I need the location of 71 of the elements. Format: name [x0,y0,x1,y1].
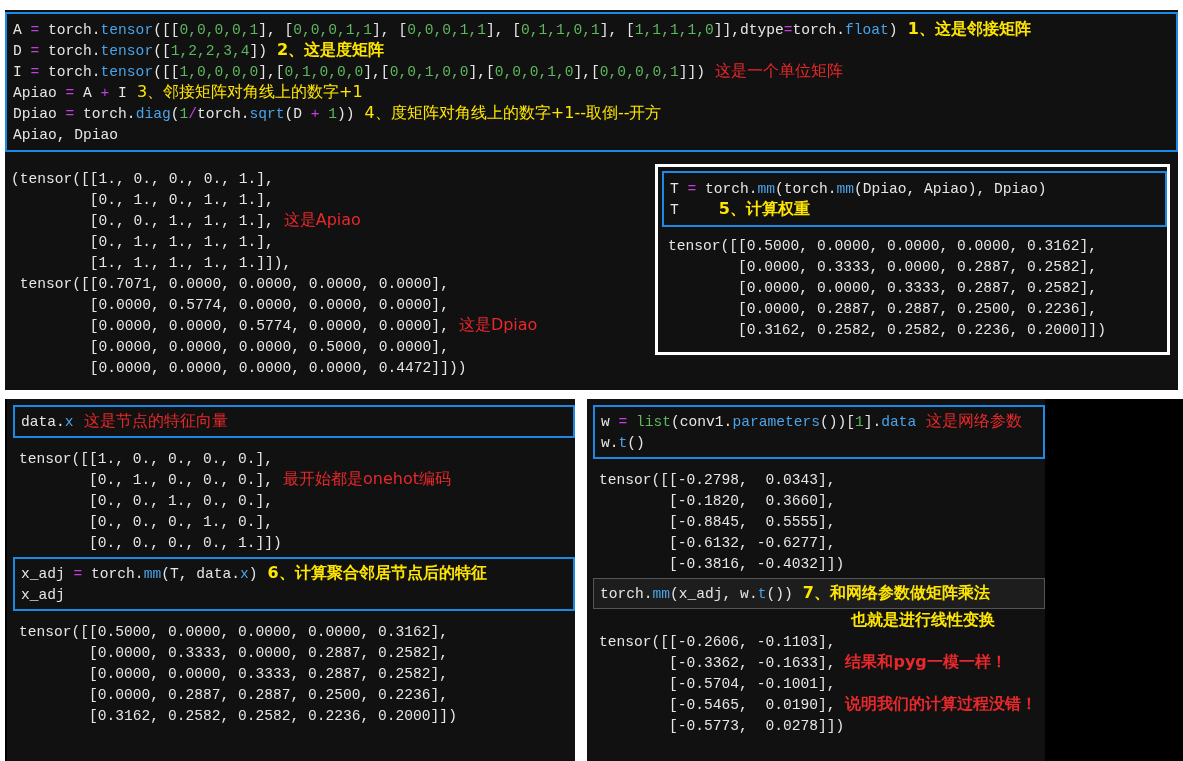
annotation: 这是节点的特征向量 [83,411,228,432]
annotation: 这是Apiao [283,210,361,231]
annotation: 5、计算权重 [718,199,810,220]
output-line: [0., 0., 0., 1., 0.], [88,513,273,530]
output-line: tensor([[0.5000, 0.0000, 0.0000, 0.0000, 0.3162], [668,237,1098,254]
output-line: tensor([[-0.2606, -0.1103], [599,633,836,650]
code-line: T [670,201,679,218]
output-line: [-0.3816, -0.4032]]) [668,555,845,572]
output-line: [-0.1820, 0.3660], [668,492,836,509]
output-line: [1., 1., 1., 1., 1.]]), [88,254,292,271]
output-line: [0.0000, 0.3333, 0.0000, 0.2887, 0.2582], [737,258,1098,275]
annotation: 这是Dpiao [458,315,538,336]
output-line: [-0.5773, 0.0278]]) [668,717,845,734]
code-line: A = torch.tensor([[0,0,0,0,1], [0,0,0,1,1], [0,0,0,1,1], [0,1,1,0,1], [1,1,1,1,0]],dtype=torch.float) [13,21,898,38]
code-line: Apiao, Dpiao [13,126,119,143]
code-line: data.x [21,413,74,430]
code-line: x_adj [21,586,65,603]
output-line: [-0.8845, 0.5555], [668,513,836,530]
annotation: 6、计算聚合邻居节点后的特征 [267,563,487,584]
annotation: 4、度矩阵对角线上的数字+1--取倒--开方 [364,103,662,124]
code-line: Apiao = A + I [13,84,127,101]
code-line: I = torch.tensor([[1,0,0,0,0],[0,1,0,0,0],[0,0,1,0,0],[0,0,0,1,0],[0,0,0,0,1]]) [13,63,705,80]
annotation: 结果和pyg一模一样！ [845,652,1007,673]
annotation: 7、和网络参数做矩阵乘法 [802,583,990,604]
output-line: [0.0000, 0.0000, 0.0000, 0.5000, 0.0000], [88,338,449,355]
output-line: (tensor([[1., 0., 0., 0., 1.], [11,170,274,187]
output-line: [0.0000, 0.0000, 0.3333, 0.2887, 0.2582], [737,279,1098,296]
output-line: [0.3162, 0.2582, 0.2582, 0.2236, 0.2000]]) [88,707,457,724]
annotation: 1、这是邻接矩阵 [907,19,1031,40]
code-line: Dpiao = torch.diag(1/torch.sqrt(D + 1)) [13,105,355,122]
output-line: [-0.5465, 0.0190], [668,696,836,713]
code-cell[interactable]: x_adj = torch.mm(T, data.x) 6、计算聚合邻居节点后的特征 x_adj [13,557,575,611]
output-line: [0., 1., 1., 1., 1.], [88,233,274,250]
code-line: w = list(conv1.parameters())[1].data [601,413,917,430]
output-line: [0.0000, 0.3333, 0.0000, 0.2887, 0.2582], [88,644,449,661]
output-line: [0., 1., 0., 1., 1.], [88,191,274,208]
output-line: [0., 0., 1., 1., 1.], [88,212,274,229]
output-line: [0., 0., 1., 0., 0.], [88,492,273,509]
output-line: tensor([[0.5000, 0.0000, 0.0000, 0.0000, 0.3162], [19,623,449,640]
output-line: [0., 0., 0., 0., 1.]]) [88,534,282,551]
output-line: [0.0000, 0.0000, 0.3333, 0.2887, 0.2582], [88,665,449,682]
code-line: x_adj = torch.mm(T, data.x) [21,565,258,582]
output-line: [0., 1., 0., 0., 0.], [88,471,273,488]
code-line: torch.mm(x_adj, w.t()) [600,585,793,602]
annotation: 这是网络参数 [926,411,1023,432]
code-cell[interactable] [5,12,1178,152]
code-line: T = torch.mm(torch.mm(Dpiao, Apiao), Dpiao) [670,180,1047,197]
annotation: 2、这是度矩阵 [277,40,385,61]
output-line: tensor([[0.7071, 0.0000, 0.0000, 0.0000, 0.0000], [18,275,449,292]
code-line: w.t() [601,434,645,451]
annotation: 最开始都是onehot编码 [283,469,451,490]
output-line: [0.3162, 0.2582, 0.2582, 0.2236, 0.2000]]) [737,321,1106,338]
code-cell[interactable]: data.x 这是节点的特征向量 [13,405,575,438]
output-line: [-0.6132, -0.6277], [668,534,836,551]
code-cell[interactable]: T = torch.mm(torch.mm(Dpiao, Apiao), Dpiao) T 5、计算权重 [662,171,1167,227]
output-line: tensor([[1., 0., 0., 0., 0.], [19,450,273,467]
code-line: D = torch.tensor([1,2,2,3,4]) [13,42,267,59]
output-line: [-0.3362, -0.1633], [668,654,836,671]
output-line: [-0.5704, -0.1001], [668,675,836,692]
output-line: [0.0000, 0.2887, 0.2887, 0.2500, 0.2236], [737,300,1098,317]
code-cell[interactable]: w = list(conv1.parameters())[1].data 这是网络参数 w.t() [593,405,1045,459]
output-line: [0.0000, 0.0000, 0.5774, 0.0000, 0.0000], [88,317,449,334]
annotation: 说明我们的计算过程没错！ [845,694,1038,715]
annotation: 也就是进行线性变换 [851,609,995,631]
output-line: [0.0000, 0.0000, 0.0000, 0.0000, 0.4472]])) [88,359,467,376]
annotation: 这是一个单位矩阵 [714,61,843,82]
code-cell[interactable]: torch.mm(x_adj, w.t()) 7、和网络参数做矩阵乘法 [593,578,1045,609]
annotation: 3、邻接矩阵对角线上的数字+1 [136,82,363,103]
output-line: tensor([[-0.2798, 0.0343], [599,471,836,488]
output-line: [0.0000, 0.2887, 0.2887, 0.2500, 0.2236], [88,686,449,703]
output-line: [0.0000, 0.5774, 0.0000, 0.0000, 0.0000], [88,296,449,313]
